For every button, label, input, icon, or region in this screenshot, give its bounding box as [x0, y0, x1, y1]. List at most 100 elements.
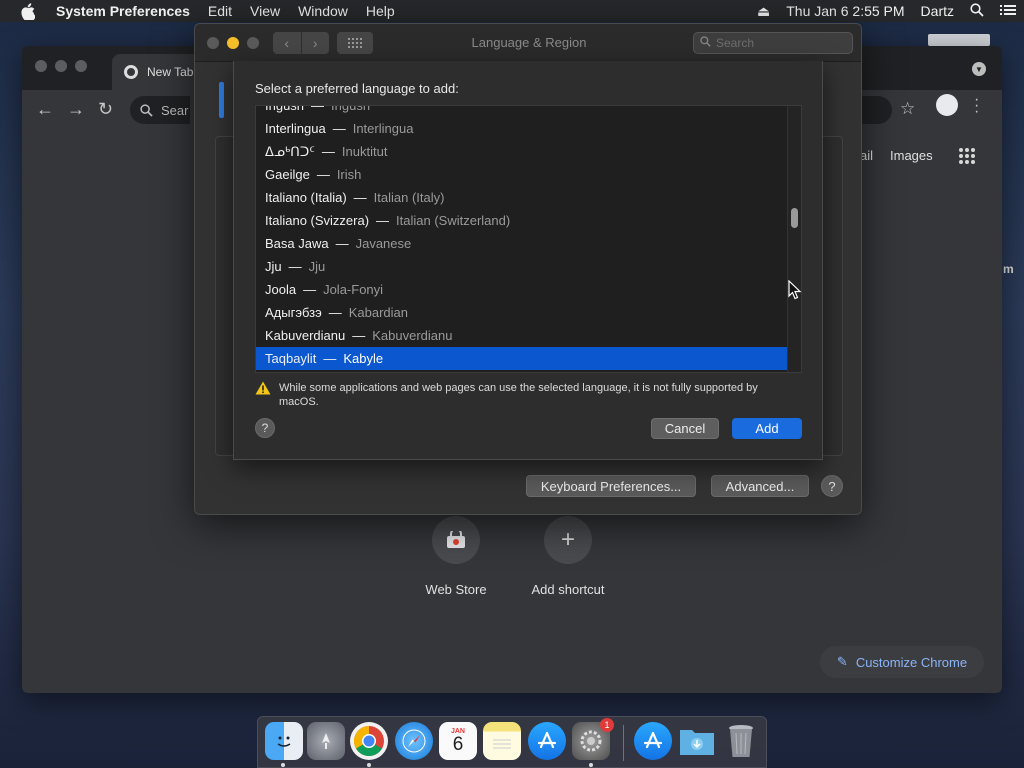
safari-icon[interactable]: [395, 722, 433, 760]
calendar-icon[interactable]: JAN 6: [439, 722, 477, 760]
launchpad-icon[interactable]: [307, 722, 345, 760]
language-english-name: Jola-Fonyi: [323, 282, 384, 297]
sheet-help-button[interactable]: ?: [255, 418, 275, 438]
language-row[interactable]: Basa Jawa — Javanese: [256, 232, 788, 255]
language-separator: —: [335, 236, 349, 251]
system-preferences-icon[interactable]: 1: [572, 718, 614, 760]
language-rows: Ingush — Ingush Interlingua — Interlingua ᐃᓄᒃᑎ…: [256, 105, 788, 370]
language-separator: —: [316, 167, 330, 182]
minimize-window-button[interactable]: [55, 60, 67, 72]
images-link[interactable]: Images: [890, 148, 933, 163]
downloads-folder-icon[interactable]: [678, 722, 716, 760]
language-row[interactable]: Адыгэбзэ — Kabardian: [256, 301, 788, 324]
language-english-name: Ingush: [331, 105, 371, 113]
customize-chrome-button[interactable]: ✎ Customize Chrome: [820, 646, 984, 678]
app-name-menu[interactable]: System Preferences: [56, 3, 199, 19]
menu-bar: System Preferences Edit View Window Help…: [0, 0, 1024, 22]
language-native-name: Taqbaylit: [265, 351, 317, 366]
language-native-name: Адыгэбзэ: [265, 305, 322, 320]
notes-icon[interactable]: [483, 722, 521, 760]
language-separator: —: [303, 282, 317, 297]
shortcut-label: Web Store: [425, 582, 487, 597]
language-native-name: ᐃᓄᒃᑎᑐᑦ: [265, 144, 315, 159]
running-indicator: [281, 763, 285, 767]
language-native-name: Gaeilge: [265, 167, 310, 182]
search-icon: [140, 103, 153, 117]
language-separator: —: [376, 213, 390, 228]
shortcut-web-store[interactable]: Web Store: [391, 516, 521, 597]
prefs-titlebar: ‹ › Language & Region Search: [195, 24, 861, 62]
chrome-icon[interactable]: [350, 722, 388, 760]
plus-icon: +: [544, 516, 592, 564]
trash-icon[interactable]: [722, 722, 760, 760]
language-separator: —: [328, 305, 342, 320]
desktop-edge-text: m: [1003, 262, 1014, 276]
language-native-name: Italiano (Svizzera): [265, 213, 370, 228]
menu-view[interactable]: View: [241, 3, 289, 19]
language-separator: —: [332, 121, 346, 136]
language-row[interactable]: Gaeilge — Irish: [256, 163, 788, 186]
finder-icon[interactable]: [265, 722, 303, 760]
language-row-selected[interactable]: Taqbaylit — Kabyle: [256, 347, 788, 370]
back-arrow-icon[interactable]: ←: [36, 99, 54, 120]
user-name[interactable]: Dartz: [913, 3, 962, 19]
language-native-name: Basa Jawa: [265, 236, 329, 251]
add-button[interactable]: Add: [732, 418, 802, 439]
bookmark-star-icon[interactable]: ☆: [900, 99, 915, 119]
running-indicator: [589, 763, 593, 767]
language-row[interactable]: Italiano (Italia) — Italian (Italy): [256, 186, 788, 209]
omnibox-end[interactable]: [862, 96, 892, 124]
language-row[interactable]: ᐃᓄᒃᑎᑐᑦ — Inuktitut: [256, 140, 788, 163]
prefs-search-field[interactable]: Search: [693, 32, 853, 54]
spotlight-search-icon[interactable]: [962, 2, 992, 20]
language-english-name: Jju: [308, 259, 326, 274]
language-row[interactable]: Kabuverdianu — Kabuverdianu: [256, 324, 788, 347]
menu-help[interactable]: Help: [357, 3, 404, 19]
menu-edit[interactable]: Edit: [199, 3, 241, 19]
web-store-icon: [432, 516, 480, 564]
close-window-button[interactable]: [35, 60, 47, 72]
tab-search-dropdown-icon[interactable]: ▼: [972, 62, 986, 76]
app-store-icon[interactable]: [528, 722, 566, 760]
warning-icon: [255, 381, 271, 395]
keyboard-preferences-button[interactable]: Keyboard Preferences...: [526, 475, 696, 497]
language-row[interactable]: Italiano (Svizzera) — Italian (Switzerland…: [256, 209, 788, 232]
pencil-icon: ✎: [836, 654, 848, 669]
menu-window[interactable]: Window: [289, 3, 357, 19]
clock[interactable]: Thu Jan 6 2:55 PM: [778, 3, 912, 19]
chrome-menu-icon[interactable]: · · ·: [974, 92, 979, 120]
profile-avatar-icon[interactable]: [936, 94, 958, 116]
language-row[interactable]: Interlingua — Interlingua: [256, 117, 788, 140]
shortcut-add[interactable]: + Add shortcut: [503, 516, 633, 597]
language-native-name: Italiano (Italia): [265, 190, 347, 205]
language-native-name: Ingush: [265, 105, 305, 113]
apple-menu-icon[interactable]: [0, 2, 56, 20]
warning-text: While some applications and web pages ca…: [279, 382, 758, 408]
omnibox-placeholder: Sear: [161, 102, 189, 118]
help-button[interactable]: ?: [821, 475, 843, 497]
customize-chrome-label: Customize Chrome: [855, 654, 968, 670]
eject-icon[interactable]: ⏏: [749, 3, 778, 20]
language-row[interactable]: Ingush — Ingush: [256, 105, 788, 117]
cancel-button[interactable]: Cancel: [651, 418, 719, 439]
language-separator: —: [321, 144, 335, 159]
language-list[interactable]: Ingush — Ingush Interlingua — Interlingua ᐃᓄᒃᑎ…: [255, 105, 802, 373]
forward-arrow-icon[interactable]: →: [67, 99, 85, 120]
google-apps-icon[interactable]: [959, 148, 975, 164]
language-row[interactable]: Jju — Jju: [256, 255, 788, 278]
desktop-file-thumbnail[interactable]: [928, 34, 990, 46]
language-list-scrollbar[interactable]: [787, 106, 801, 372]
language-separator: —: [323, 351, 337, 366]
app-store-folder-icon[interactable]: [634, 722, 672, 760]
reload-icon[interactable]: ↻: [98, 99, 113, 120]
language-row[interactable]: Joola — Jola-Fonyi: [256, 278, 788, 301]
notification-center-icon[interactable]: [992, 3, 1024, 19]
omnibox[interactable]: Sear: [130, 96, 190, 124]
language-separator: —: [352, 328, 366, 343]
language-separator: —: [353, 190, 367, 205]
scrollbar-thumb[interactable]: [791, 208, 798, 228]
language-native-name: Kabuverdianu: [265, 328, 346, 343]
advanced-button[interactable]: Advanced...: [711, 475, 809, 497]
language-separator: —: [311, 105, 325, 113]
zoom-window-button[interactable]: [75, 60, 87, 72]
